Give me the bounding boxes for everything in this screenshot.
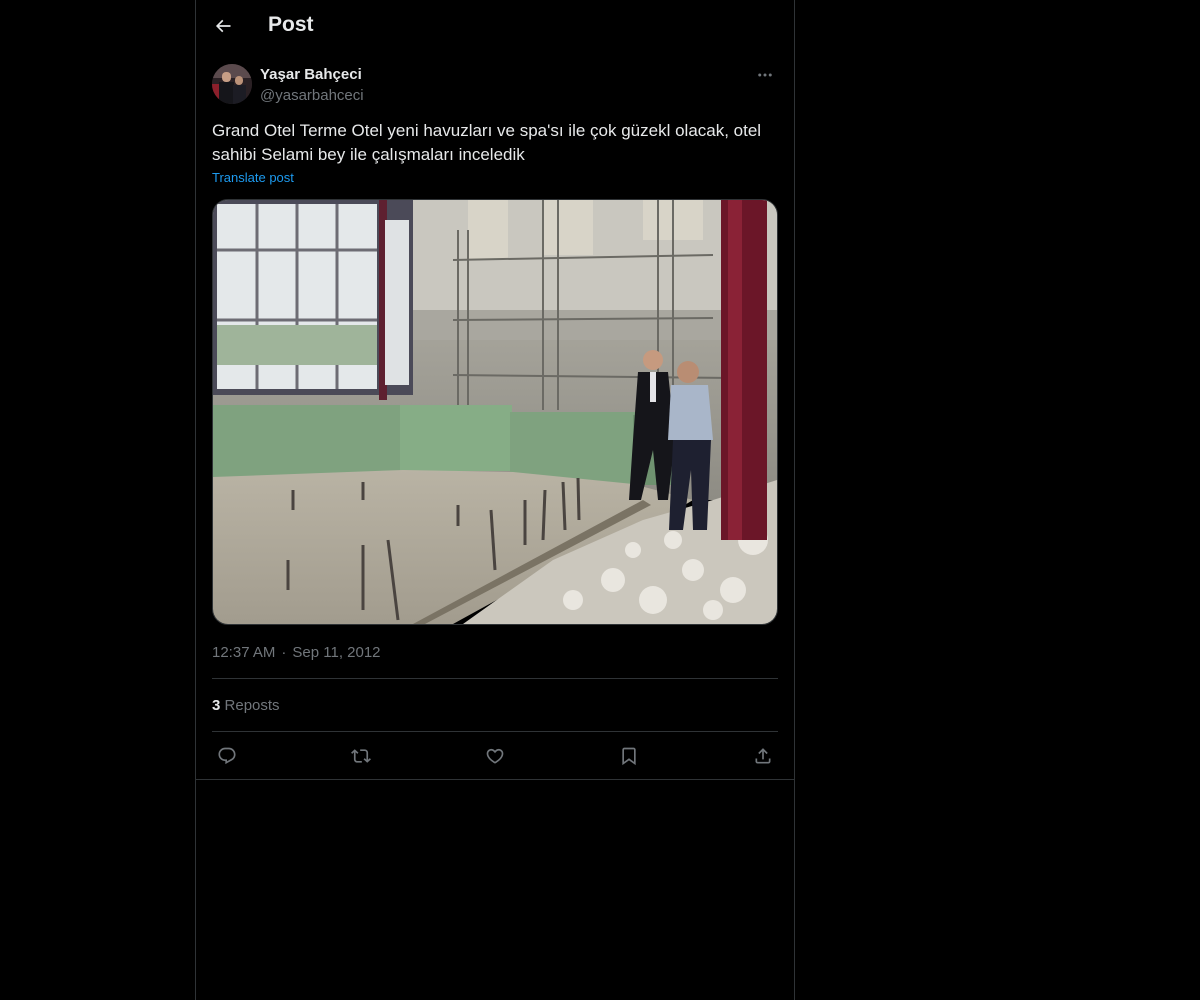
avatar[interactable] (212, 64, 252, 104)
translate-post-link[interactable]: Translate post (212, 170, 294, 185)
share-button[interactable] (749, 742, 777, 770)
reposts-count: 3 (212, 697, 221, 714)
bookmark-icon (622, 747, 636, 766)
more-options-button[interactable] (752, 64, 778, 86)
repost-button[interactable] (347, 742, 375, 770)
reposts-stat[interactable]: 3 Reposts (212, 697, 280, 714)
post-bottom-border (196, 779, 794, 780)
post-time: 12:37 AM (212, 644, 276, 661)
page-title: Post (268, 13, 314, 36)
divider (212, 678, 778, 679)
post-text: Grand Otel Terme Otel yeni havuzları ve … (212, 121, 762, 164)
arrow-left-icon (215, 19, 231, 33)
post-timestamp[interactable]: 12:37 AM · Sep 11, 2012 (212, 644, 381, 661)
divider (212, 731, 778, 732)
like-button[interactable] (481, 742, 509, 770)
header: Post (196, 0, 794, 53)
reply-button[interactable] (213, 742, 241, 770)
share-icon (755, 748, 771, 764)
reply-icon (218, 747, 236, 765)
post: Yaşar Bahçeci @yasarbahceci Grand Otel T… (212, 64, 778, 766)
more-icon (758, 73, 772, 77)
author-handle[interactable]: @yasarbahceci (260, 87, 364, 104)
post-image[interactable] (212, 199, 778, 625)
repost-icon (351, 749, 371, 763)
action-bar (212, 742, 778, 770)
back-button[interactable] (206, 8, 240, 44)
main-column: Post Yaşar Bahçeci @yasarbahceci Grand O… (195, 0, 795, 1000)
bookmark-button[interactable] (615, 742, 643, 770)
timestamp-separator: · (281, 644, 287, 661)
author-name[interactable]: Yaşar Bahçeci (260, 66, 362, 83)
post-date: Sep 11, 2012 (292, 644, 381, 661)
reposts-label: Reposts (224, 697, 280, 714)
like-icon (486, 748, 504, 764)
author-row: Yaşar Bahçeci @yasarbahceci (212, 64, 778, 108)
